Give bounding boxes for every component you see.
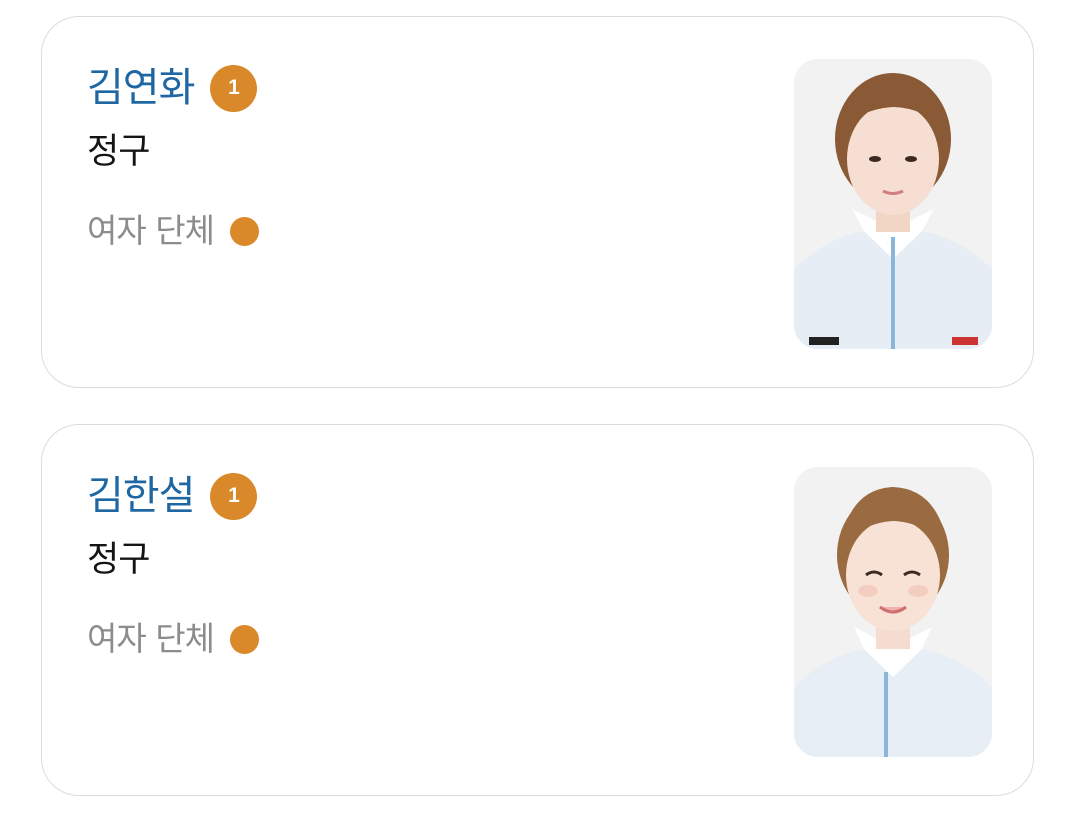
sport-label: 정구: [87, 540, 150, 580]
gold-medal-icon: [229, 624, 259, 654]
name-row: 김연화 1: [87, 61, 258, 115]
athlete-name[interactable]: 김연화: [87, 61, 195, 115]
name-row: 김한설 1: [87, 469, 258, 523]
athlete-card[interactable]: 김연화 1 정구 여자 단체: [41, 16, 1034, 388]
gold-medal-icon: [229, 216, 259, 246]
athlete-portrait-icon: [794, 467, 992, 757]
event-label: 여자 단체: [87, 211, 215, 250]
athlete-portrait-icon: [794, 59, 992, 349]
event-row: 여자 단체: [87, 209, 259, 253]
event-label: 여자 단체: [87, 619, 215, 658]
event-row: 여자 단체: [87, 617, 259, 661]
athlete-photo[interactable]: [794, 59, 992, 349]
rank-badge: 1: [210, 472, 258, 520]
athlete-card[interactable]: 김한설 1 정구 여자 단체: [41, 424, 1034, 796]
athlete-photo[interactable]: [794, 467, 992, 757]
rank-badge: 1: [210, 64, 258, 112]
sport-label: 정구: [87, 132, 150, 172]
athlete-name[interactable]: 김한설: [87, 469, 195, 523]
